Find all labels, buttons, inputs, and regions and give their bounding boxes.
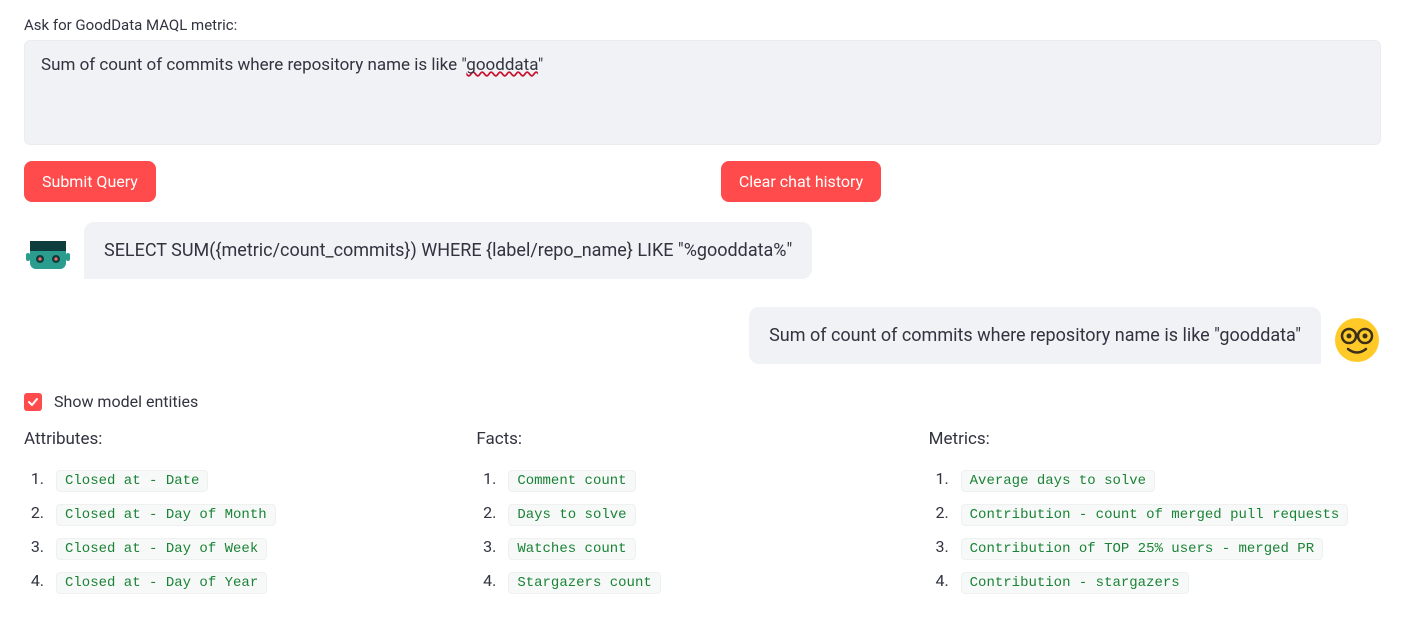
list-item: Average days to solve xyxy=(953,469,1381,492)
metrics-list: Average days to solve Contribution - cou… xyxy=(929,469,1381,594)
bot-message-bubble: SELECT SUM({metric/count_commits}) WHERE… xyxy=(84,222,812,279)
code-chip: Contribution - count of merged pull requ… xyxy=(961,504,1349,526)
code-chip: Closed at - Date xyxy=(56,470,208,492)
code-chip: Closed at - Day of Week xyxy=(56,538,267,560)
list-item: Closed at - Day of Year xyxy=(48,571,476,594)
facts-heading: Facts: xyxy=(476,429,928,449)
list-item: Closed at - Date xyxy=(48,469,476,492)
chat-message-bot: SELECT SUM({metric/count_commits}) WHERE… xyxy=(24,222,1381,279)
prompt-label: Ask for GoodData MAQL metric: xyxy=(24,16,1381,34)
submit-query-button[interactable]: Submit Query xyxy=(24,161,156,202)
chat-message-user: Sum of count of commits where repository… xyxy=(24,307,1381,364)
user-avatar-icon xyxy=(1333,316,1381,364)
metrics-heading: Metrics: xyxy=(929,429,1381,449)
list-item: Contribution - count of merged pull requ… xyxy=(953,503,1381,526)
list-item: Closed at - Day of Month xyxy=(48,503,476,526)
button-row: Submit Query Clear chat history xyxy=(24,161,1381,202)
attributes-column: Attributes: Closed at - Date Closed at -… xyxy=(24,429,476,605)
metrics-column: Metrics: Average days to solve Contribut… xyxy=(929,429,1381,605)
code-chip: Comment count xyxy=(508,470,635,492)
bot-avatar-icon xyxy=(24,231,72,279)
show-entities-row: Show model entities xyxy=(24,392,1381,411)
list-item: Days to solve xyxy=(500,503,928,526)
list-item: Comment count xyxy=(500,469,928,492)
attributes-heading: Attributes: xyxy=(24,429,476,449)
code-chip: Contribution - stargazers xyxy=(961,572,1189,594)
user-message-bubble: Sum of count of commits where repository… xyxy=(749,307,1321,364)
code-chip: Contribution of TOP 25% users - merged P… xyxy=(961,538,1323,560)
list-item: Closed at - Day of Week xyxy=(48,537,476,560)
list-item: Watches count xyxy=(500,537,928,560)
list-item: Contribution of TOP 25% users - merged P… xyxy=(953,537,1381,560)
clear-history-button[interactable]: Clear chat history xyxy=(721,161,881,202)
facts-list: Comment count Days to solve Watches coun… xyxy=(476,469,928,594)
code-chip: Days to solve xyxy=(508,504,635,526)
list-item: Stargazers count xyxy=(500,571,928,594)
show-entities-label[interactable]: Show model entities xyxy=(54,392,198,411)
chat-area: SELECT SUM({metric/count_commits}) WHERE… xyxy=(24,222,1381,364)
facts-column: Facts: Comment count Days to solve Watch… xyxy=(476,429,928,605)
code-chip: Average days to solve xyxy=(961,470,1155,492)
code-chip: Watches count xyxy=(508,538,635,560)
entity-columns: Attributes: Closed at - Date Closed at -… xyxy=(24,429,1381,605)
query-textarea[interactable]: Sum of count of commits where repository… xyxy=(24,40,1381,145)
code-chip: Closed at - Day of Month xyxy=(56,504,276,526)
code-chip: Stargazers count xyxy=(508,572,660,594)
attributes-list: Closed at - Date Closed at - Day of Mont… xyxy=(24,469,476,594)
code-chip: Closed at - Day of Year xyxy=(56,572,267,594)
show-entities-checkbox[interactable] xyxy=(24,393,42,411)
list-item: Contribution - stargazers xyxy=(953,571,1381,594)
